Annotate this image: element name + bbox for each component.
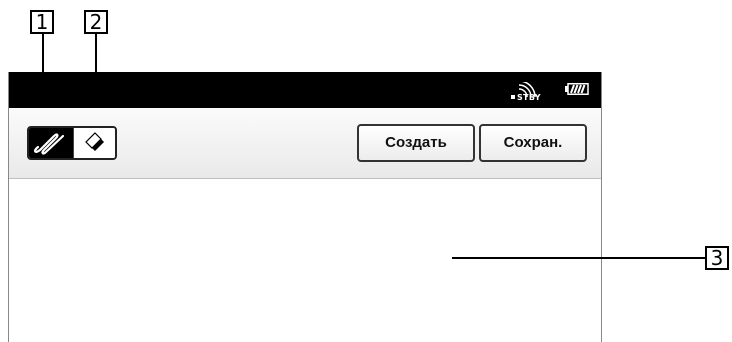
eraser-tool-button[interactable]: [73, 128, 115, 158]
pen-tool-icon: [34, 133, 65, 155]
callout-1: 1: [30, 10, 54, 34]
drawing-canvas[interactable]: [9, 179, 601, 342]
save-button[interactable]: Сохран.: [479, 124, 587, 162]
callout-3: 3: [705, 246, 729, 270]
device-screen: STBY Создать Сохран.: [8, 72, 602, 342]
wireless-standby-indicator: STBY: [511, 80, 543, 104]
standby-label: STBY: [517, 93, 541, 102]
eraser-tool-icon: [85, 132, 104, 151]
pen-tool-button[interactable]: [29, 128, 73, 158]
callout-2: 2: [84, 10, 108, 34]
tool-selector: [27, 126, 117, 160]
create-button[interactable]: Создать: [357, 124, 475, 162]
status-bar: STBY: [9, 72, 601, 108]
callout-3-leader: [452, 257, 706, 259]
toolbar: Создать Сохран.: [9, 108, 601, 179]
battery-icon: [565, 83, 589, 95]
